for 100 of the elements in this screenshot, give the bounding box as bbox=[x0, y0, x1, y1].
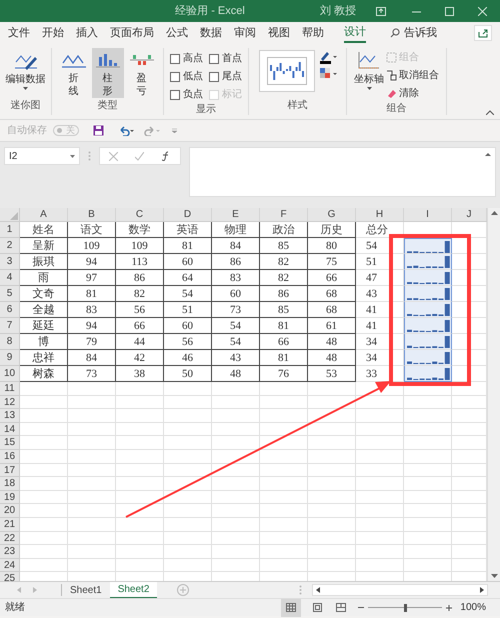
sheet-tab[interactable]: Sheet1 bbox=[62, 582, 110, 598]
tell-me-field[interactable]: 告诉我 bbox=[404, 24, 437, 42]
row-header[interactable]: 10 bbox=[0, 366, 20, 382]
page-break-icon[interactable] bbox=[336, 603, 346, 612]
table-cell bbox=[164, 504, 212, 518]
group-command[interactable]: 清除 bbox=[386, 86, 439, 101]
table-cell bbox=[260, 477, 308, 491]
row-header[interactable]: 5 bbox=[0, 286, 20, 302]
scroll-up-icon[interactable] bbox=[490, 211, 498, 215]
ribbon-display-icon[interactable] bbox=[376, 6, 386, 16]
ribbon-tab[interactable]: 视图 bbox=[268, 23, 290, 43]
row-header[interactable]: 16 bbox=[0, 450, 20, 464]
sparkline-type-button[interactable]: 柱形 bbox=[92, 48, 124, 98]
column-header[interactable]: E bbox=[212, 208, 260, 221]
table-cell bbox=[308, 490, 356, 504]
ribbon-tab[interactable]: 开始 bbox=[42, 23, 64, 43]
row-header[interactable]: 8 bbox=[0, 334, 20, 350]
row-header[interactable]: 23 bbox=[0, 545, 20, 559]
row-header[interactable]: 3 bbox=[0, 254, 20, 270]
table-cell: 76 bbox=[260, 366, 308, 382]
checkbox-label: 首点 bbox=[222, 52, 242, 66]
group-label: 迷你图 bbox=[10, 98, 40, 113]
ribbon-tab[interactable]: 帮助 bbox=[302, 23, 324, 43]
table-cell: 51 bbox=[164, 302, 212, 318]
column-header[interactable]: H bbox=[356, 208, 404, 221]
ribbon-tab[interactable]: 公式 bbox=[166, 23, 188, 43]
row-header[interactable]: 22 bbox=[0, 532, 20, 546]
table-cell: 83 bbox=[212, 270, 260, 286]
collapse-ribbon-icon[interactable] bbox=[486, 110, 494, 115]
color-picker-icon[interactable] bbox=[318, 50, 336, 64]
row-header[interactable]: 9 bbox=[0, 350, 20, 366]
sheet-tab[interactable]: Sheet2 bbox=[110, 582, 158, 598]
table-cell: 56 bbox=[164, 334, 212, 350]
ribbon-tab[interactable]: 文件 bbox=[8, 23, 30, 43]
row-header[interactable]: 25 bbox=[0, 572, 20, 581]
normal-view-button[interactable] bbox=[281, 598, 302, 616]
row-header[interactable]: 2 bbox=[0, 238, 20, 254]
check-icon[interactable] bbox=[134, 152, 144, 160]
row-header[interactable]: 20 bbox=[0, 504, 20, 518]
zoom-slider[interactable] bbox=[368, 604, 442, 612]
close-icon[interactable] bbox=[478, 6, 488, 16]
column-header[interactable]: D bbox=[164, 208, 212, 221]
ribbon-tab[interactable]: 数据 bbox=[200, 23, 222, 43]
column-header[interactable]: B bbox=[68, 208, 116, 221]
collapse-icon[interactable] bbox=[485, 152, 491, 156]
name-box[interactable]: I2 bbox=[4, 147, 80, 165]
ribbon-tab[interactable]: 插入 bbox=[76, 23, 98, 43]
undo-icon[interactable] bbox=[118, 126, 134, 136]
scroll-down-icon[interactable] bbox=[490, 574, 498, 578]
share-button[interactable] bbox=[474, 25, 492, 41]
sparkline-type-button[interactable]: 折线 bbox=[58, 48, 90, 98]
row-header[interactable]: 1 bbox=[0, 222, 20, 238]
save-icon[interactable] bbox=[93, 125, 104, 136]
table-cell bbox=[116, 436, 164, 450]
checkbox[interactable] bbox=[170, 54, 180, 64]
checkbox[interactable] bbox=[170, 90, 180, 100]
row-header[interactable]: 6 bbox=[0, 302, 20, 318]
row-header[interactable]: 19 bbox=[0, 490, 20, 504]
checkbox[interactable] bbox=[209, 54, 219, 64]
column-header[interactable]: F bbox=[260, 208, 308, 221]
table-cell bbox=[404, 490, 452, 504]
table-cell bbox=[116, 396, 164, 410]
row-header[interactable]: 13 bbox=[0, 409, 20, 423]
horizontal-scrollbar[interactable] bbox=[312, 584, 488, 596]
row-header[interactable]: 14 bbox=[0, 422, 20, 436]
row-header[interactable]: 4 bbox=[0, 270, 20, 286]
page-layout-icon[interactable] bbox=[313, 603, 322, 612]
style-gallery[interactable] bbox=[258, 50, 314, 92]
table-cell bbox=[116, 450, 164, 464]
row-header[interactable]: 11 bbox=[0, 382, 20, 396]
row-header[interactable]: 15 bbox=[0, 436, 20, 450]
row-header[interactable]: 7 bbox=[0, 318, 20, 334]
sparkline-type-button[interactable]: 盈亏 bbox=[126, 48, 158, 98]
checkbox[interactable] bbox=[209, 72, 219, 82]
zoom-level[interactable]: 100% bbox=[460, 600, 486, 615]
row-header[interactable]: 21 bbox=[0, 518, 20, 532]
edit-data-button[interactable]: 编辑数据 bbox=[6, 48, 46, 98]
row-header[interactable]: 24 bbox=[0, 558, 20, 572]
group-command[interactable]: 取消组合 bbox=[386, 68, 439, 83]
row-header[interactable]: 12 bbox=[0, 396, 20, 410]
table-cell bbox=[164, 409, 212, 423]
formula-field[interactable] bbox=[189, 147, 496, 197]
ribbon-tab[interactable]: 页面布局 bbox=[110, 23, 154, 43]
customize-icon[interactable] bbox=[172, 128, 177, 133]
axis-button[interactable]: 坐标轴 bbox=[354, 50, 384, 101]
table-cell bbox=[20, 464, 68, 478]
table-cell bbox=[164, 464, 212, 478]
marker-color-icon[interactable] bbox=[318, 67, 336, 81]
column-header[interactable]: C bbox=[116, 208, 164, 221]
checkbox[interactable] bbox=[170, 72, 180, 82]
row-header[interactable]: 18 bbox=[0, 477, 20, 491]
scroll-right-icon[interactable] bbox=[480, 587, 484, 593]
maximize-icon[interactable] bbox=[445, 6, 454, 16]
zoom-in-icon[interactable] bbox=[446, 604, 452, 610]
row-header[interactable]: 17 bbox=[0, 464, 20, 478]
column-header[interactable]: I bbox=[404, 208, 452, 221]
ribbon-tab[interactable]: 审阅 bbox=[234, 23, 256, 43]
column-header[interactable]: G bbox=[308, 208, 356, 221]
scroll-left-icon[interactable] bbox=[316, 587, 320, 593]
column-header[interactable]: A bbox=[20, 208, 68, 221]
